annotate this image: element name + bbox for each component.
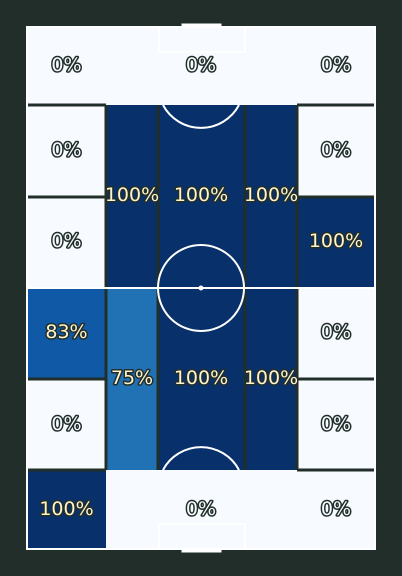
zone-label-z14: 100% bbox=[244, 367, 298, 389]
zone-label-z7: 100% bbox=[244, 184, 298, 206]
zone-label-z17: 0% bbox=[321, 413, 351, 435]
zone-label-z8: 0% bbox=[321, 139, 351, 161]
zone-label-z4: 0% bbox=[51, 139, 81, 161]
center-spot bbox=[198, 285, 204, 291]
zone-label-z18: 0% bbox=[321, 498, 351, 520]
zone-label-z2: 0% bbox=[186, 54, 216, 76]
zone-label-z9: 0% bbox=[51, 230, 81, 252]
zone-label-z3: 0% bbox=[321, 54, 351, 76]
zone-label-z12: 75% bbox=[111, 367, 153, 389]
bottom-goal bbox=[181, 548, 222, 553]
top-goal bbox=[181, 23, 222, 28]
zone-label-z10: 100% bbox=[309, 230, 363, 252]
zone-label-z15: 0% bbox=[321, 321, 351, 343]
zone-label-z16: 0% bbox=[51, 413, 81, 435]
pitch-heatmap: 0% 0% 0% 0% 100% 100% 100% 0% 0% 100% 83% 75% 100% 10… bbox=[0, 0, 402, 576]
zone-label-z20: 0% bbox=[186, 498, 216, 520]
zone-label-z1: 0% bbox=[51, 54, 81, 76]
zone-label-z19: 100% bbox=[39, 498, 93, 520]
zone-label-z11: 83% bbox=[45, 321, 87, 343]
zone-label-z13: 100% bbox=[174, 367, 228, 389]
pitch-svg: 0% 0% 0% 0% 100% 100% 100% 0% 0% 100% 83% 75% 100% 10… bbox=[26, 23, 376, 553]
zone-label-z5: 100% bbox=[105, 184, 159, 206]
zone-label-z6: 100% bbox=[174, 184, 228, 206]
